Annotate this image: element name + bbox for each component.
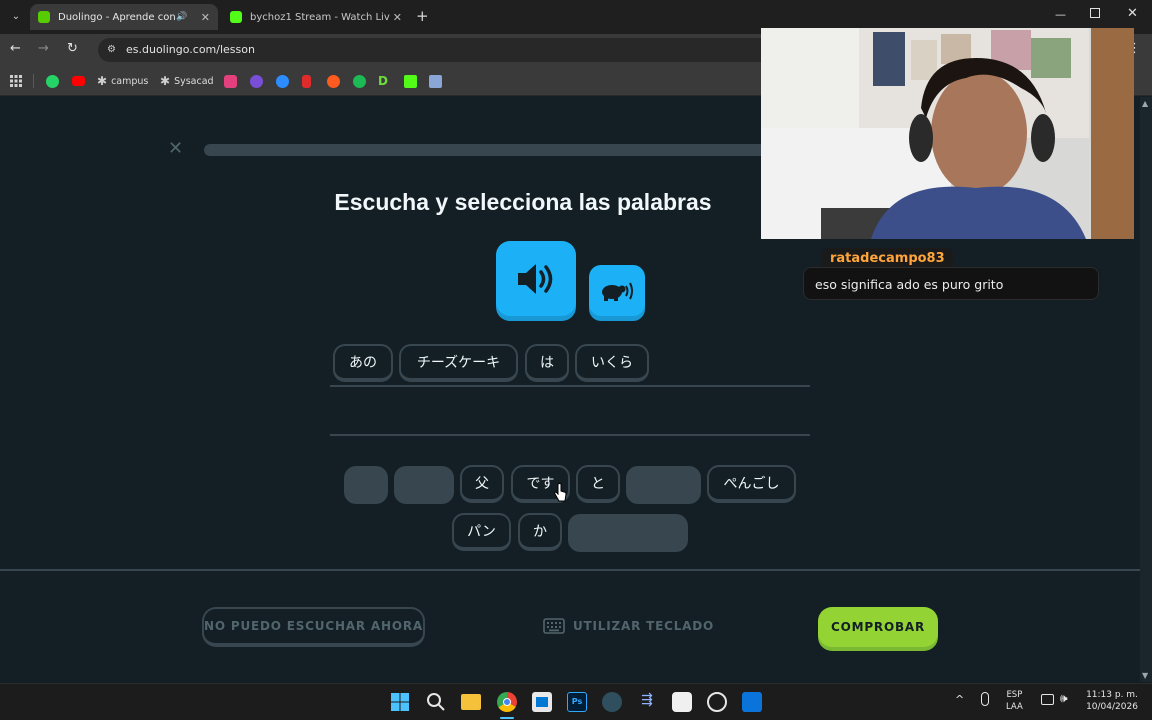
- answer-line: [330, 434, 810, 436]
- exercise-title: Escucha y selecciona las palabras: [334, 189, 712, 215]
- scroll-up-arrow-icon[interactable]: ▲: [1142, 99, 1148, 108]
- answer-word-chip[interactable]: チーズケーキ: [399, 344, 518, 382]
- bookmark-image-icon[interactable]: [429, 73, 442, 89]
- tab-close-icon[interactable]: ✕: [201, 11, 210, 24]
- zoom-icon[interactable]: [276, 73, 289, 89]
- used-word-slot: [626, 466, 701, 504]
- tab-duolingo[interactable]: Duolingo - Aprende con le 🔊 ✕: [30, 4, 218, 30]
- webcam-overlay: [761, 28, 1134, 239]
- microphone-icon[interactable]: [981, 692, 989, 706]
- keyboard-layout: LAA: [1006, 702, 1023, 712]
- url-field[interactable]: ⚙ es.duolingo.com/lesson: [98, 38, 778, 62]
- webcam-image: [761, 28, 1134, 239]
- mouse-cursor-icon: [554, 483, 567, 502]
- keyboard-label: UTILIZAR TECLADO: [573, 619, 714, 633]
- clock-date: 10/04/2026: [1086, 702, 1138, 712]
- clock[interactable]: 11:13 p. m. 10/04/2026: [1082, 689, 1142, 713]
- tab-search-button[interactable]: ⌄: [8, 9, 24, 25]
- bookmark-campus[interactable]: ✱ campus: [97, 73, 148, 89]
- close-lesson-icon[interactable]: ✕: [168, 138, 183, 159]
- windows-start-icon[interactable]: [390, 692, 410, 712]
- davinci-resolve-icon[interactable]: [602, 692, 622, 712]
- answer-word-chip[interactable]: あの: [333, 344, 393, 382]
- word-bank-chip[interactable]: か: [518, 513, 562, 551]
- search-icon[interactable]: [426, 692, 446, 712]
- youtube-icon[interactable]: [72, 73, 85, 89]
- campus-icon: ✱: [97, 74, 108, 88]
- capcut-icon[interactable]: [672, 692, 692, 712]
- bookmark-pink-icon[interactable]: [224, 73, 237, 89]
- bookmark-red-icon[interactable]: [302, 73, 311, 89]
- word-bank-chip[interactable]: と: [576, 465, 620, 503]
- cant-listen-button[interactable]: NO PUEDO ESCUCHAR AHORA: [202, 607, 425, 647]
- kick-icon[interactable]: [404, 73, 417, 89]
- obs-icon[interactable]: [707, 692, 727, 712]
- footer-divider: [0, 569, 1140, 571]
- app-arrows-icon[interactable]: ⇶: [637, 692, 657, 712]
- remote-desktop-icon[interactable]: [742, 692, 762, 712]
- photoshop-icon[interactable]: Ps: [567, 692, 587, 712]
- reload-icon[interactable]: ↻: [67, 41, 78, 56]
- speaker-icon: [518, 263, 553, 294]
- play-slow-audio-button[interactable]: [589, 265, 645, 316]
- active-app-indicator: [500, 717, 514, 719]
- answer-word-chip[interactable]: いくら: [575, 344, 649, 382]
- keyboard-language-indicator[interactable]: ESP LAA: [1006, 689, 1023, 713]
- url-text: es.duolingo.com/lesson: [126, 43, 255, 56]
- page-scrollbar[interactable]: ▲ ▼: [1140, 97, 1152, 682]
- apps-grid-icon[interactable]: [10, 73, 22, 89]
- sysacad-icon: ✱: [160, 74, 171, 88]
- kick-favicon-icon: [230, 11, 242, 23]
- used-word-slot: [568, 514, 688, 552]
- lesson-progress-bar: [204, 144, 804, 156]
- spotify-icon[interactable]: [353, 73, 366, 89]
- maximize-window-button[interactable]: [1090, 8, 1100, 18]
- forward-arrow-icon[interactable]: →: [38, 41, 49, 56]
- bookmark-purple-icon[interactable]: [250, 73, 263, 89]
- chat-message: eso significa ado es puro grito: [803, 267, 1099, 300]
- show-hidden-icons-button[interactable]: ^: [955, 693, 964, 706]
- close-window-button[interactable]: ✕: [1127, 6, 1138, 21]
- bookmark-label: Sysacad: [174, 75, 214, 87]
- word-bank-chip[interactable]: ぺんごし: [707, 465, 796, 503]
- tab-kick-stream[interactable]: bychoz1 Stream - Watch Live c ✕: [222, 4, 410, 30]
- word-bank-chip[interactable]: 父: [460, 465, 504, 503]
- bookmark-orange-icon[interactable]: [327, 73, 340, 89]
- answer-word-chip[interactable]: は: [525, 344, 569, 382]
- volume-icon[interactable]: 🕪: [1060, 691, 1068, 706]
- bookmark-sysacad[interactable]: ✱ Sysacad: [160, 73, 214, 89]
- back-arrow-icon[interactable]: ←: [10, 41, 21, 56]
- keyboard-icon: [543, 618, 565, 634]
- clock-time: 11:13 p. m.: [1086, 690, 1138, 700]
- tab-title: bychoz1 Stream - Watch Live c: [250, 11, 390, 23]
- file-explorer-icon[interactable]: [461, 694, 481, 710]
- network-icon[interactable]: [1041, 694, 1054, 705]
- tab-title: Duolingo - Aprende con le: [58, 11, 176, 23]
- chat-username: ratadecampo83: [822, 248, 953, 269]
- new-tab-button[interactable]: +: [416, 7, 429, 25]
- answer-line: [330, 385, 810, 387]
- used-word-slot: [394, 466, 454, 504]
- word-bank-chip[interactable]: パン: [452, 513, 511, 551]
- play-audio-button[interactable]: [496, 241, 576, 316]
- tab-close-icon[interactable]: ✕: [393, 11, 402, 24]
- whatsapp-icon[interactable]: [46, 73, 59, 89]
- microsoft-store-icon[interactable]: [532, 692, 552, 712]
- duolingo-favicon-icon: [38, 11, 50, 23]
- use-keyboard-button[interactable]: UTILIZAR TECLADO: [543, 616, 714, 636]
- bookmark-label: campus: [111, 75, 149, 87]
- minimize-window-button[interactable]: —: [1055, 8, 1066, 21]
- check-button[interactable]: COMPROBAR: [818, 607, 938, 647]
- tab-audio-icon[interactable]: 🔊: [176, 12, 187, 22]
- bookmarks-divider: [33, 74, 34, 88]
- language-code: ESP: [1006, 690, 1023, 700]
- used-word-slot: [344, 466, 388, 504]
- bookmark-d-icon[interactable]: D: [378, 73, 388, 89]
- windows-taskbar: Ps ⇶ ^ ESP LAA 🕪 11:13 p. m. 10/04/2026: [0, 683, 1152, 720]
- chrome-icon[interactable]: [497, 692, 517, 712]
- scroll-down-arrow-icon[interactable]: ▼: [1142, 671, 1148, 680]
- site-info-icon[interactable]: ⚙: [107, 38, 116, 62]
- turtle-icon: [602, 282, 633, 301]
